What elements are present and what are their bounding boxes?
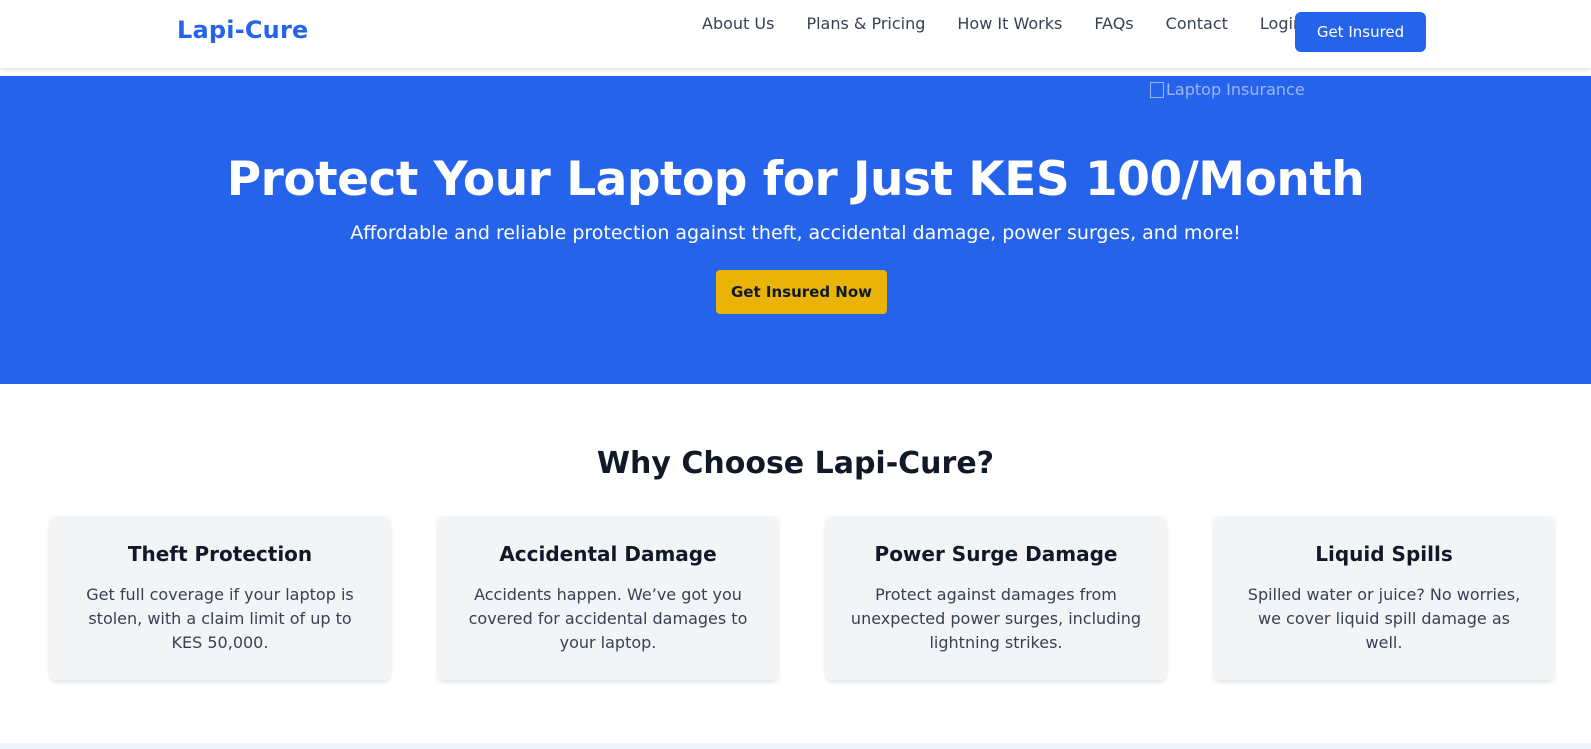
feature-card-liquid: Liquid Spills Spilled water or juice? No… bbox=[1214, 516, 1554, 680]
hero-subtitle: Affordable and reliable protection again… bbox=[350, 222, 1241, 244]
hero-title: Protect Your Laptop for Just KES 100/Mon… bbox=[226, 152, 1365, 207]
feature-card-power-surge: Power Surge Damage Protect against damag… bbox=[826, 516, 1166, 680]
feature-card-text: Spilled water or juice? No worries, we c… bbox=[1247, 585, 1521, 652]
get-insured-button[interactable]: Get Insured bbox=[1295, 12, 1426, 52]
brand-logo[interactable]: Lapi-Cure bbox=[177, 16, 308, 44]
feature-card-title: Accidental Damage bbox=[499, 542, 717, 566]
nav-link-about[interactable]: About Us bbox=[702, 14, 774, 33]
nav-link-plans[interactable]: Plans & Pricing bbox=[806, 14, 925, 33]
feature-card-title: Power Surge Damage bbox=[874, 542, 1118, 566]
features-title: Why Choose Lapi-Cure? bbox=[596, 446, 995, 481]
feature-card-title: Theft Protection bbox=[127, 542, 313, 566]
feature-card-text: Accidents happen. We’ve got you covered … bbox=[468, 585, 748, 652]
broken-image-icon bbox=[1150, 81, 1164, 98]
feature-card-text: Get full coverage if your laptop is stol… bbox=[86, 585, 354, 652]
feature-card-accidental: Accidental Damage Accidents happen. We’v… bbox=[438, 516, 778, 680]
nav-link-faqs[interactable]: FAQs bbox=[1094, 14, 1133, 33]
top-navbar: Lapi-Cure About Us Plans & Pricing How I… bbox=[0, 0, 1591, 68]
hero-image-alt-text: Laptop Insurance bbox=[1166, 80, 1305, 99]
get-insured-now-button[interactable]: Get Insured Now bbox=[716, 270, 887, 314]
nav-link-contact[interactable]: Contact bbox=[1166, 14, 1228, 33]
hero-section: Laptop Insurance Protect Your Laptop for… bbox=[0, 76, 1591, 384]
nav-links: About Us Plans & Pricing How It Works FA… bbox=[702, 14, 1335, 33]
next-section-edge bbox=[0, 743, 1591, 749]
nav-link-how-it-works[interactable]: How It Works bbox=[957, 14, 1062, 33]
feature-card-theft: Theft Protection Get full coverage if yo… bbox=[50, 516, 390, 680]
hero-image: Laptop Insurance bbox=[1150, 80, 1305, 99]
feature-card-title: Liquid Spills bbox=[1315, 542, 1453, 566]
feature-card-text: Protect against damages from unexpected … bbox=[850, 585, 1142, 652]
